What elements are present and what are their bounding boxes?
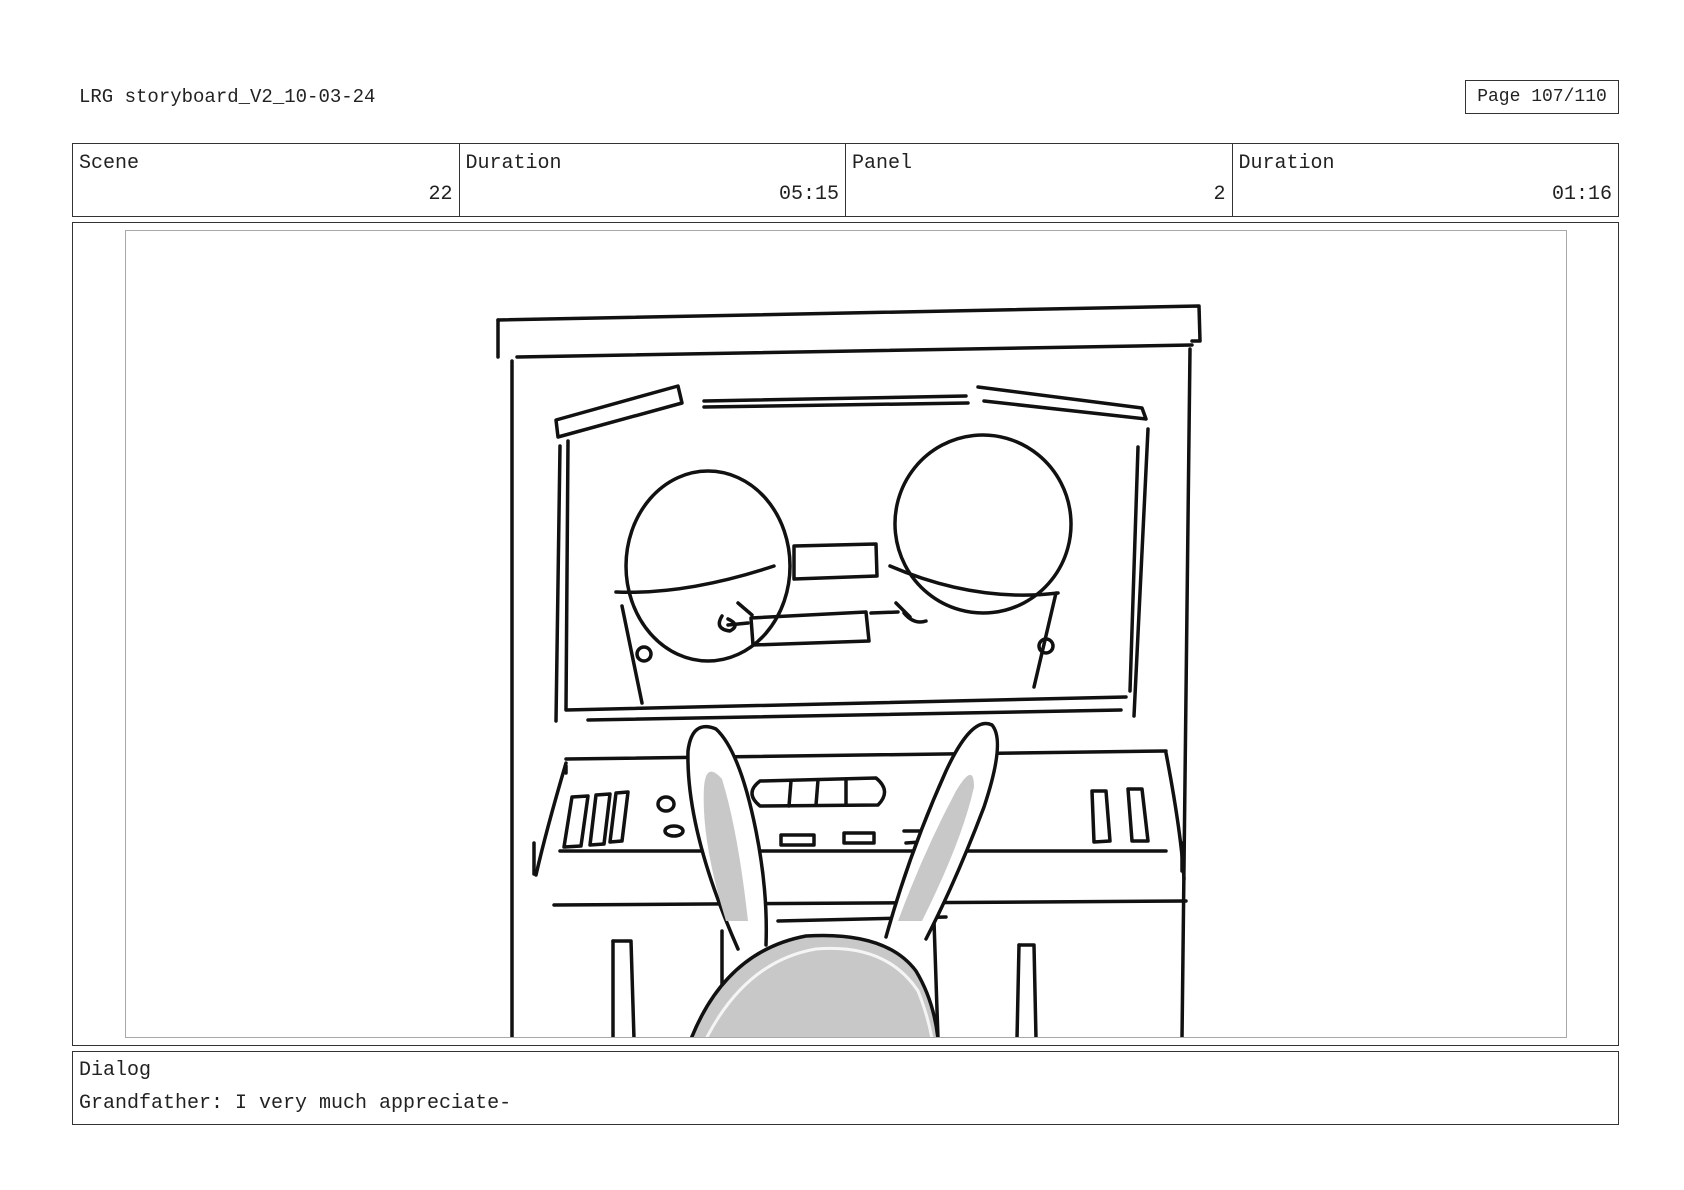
dialog-label: Dialog xyxy=(79,1059,152,1082)
storyboard-panel-frame xyxy=(72,222,1619,1046)
dialog-box: Dialog Grandfather: I very much apprecia… xyxy=(72,1051,1619,1125)
panel-duration-label: Duration xyxy=(1238,152,1335,175)
scene-duration-value: 05:15 xyxy=(778,183,839,206)
panel-duration-cell: Duration 01:16 xyxy=(1233,144,1619,216)
control-deck xyxy=(564,749,1168,761)
scene-duration-label: Duration xyxy=(465,152,562,175)
panel-duration-value: 01:16 xyxy=(1551,183,1612,206)
page-number: Page 107/110 xyxy=(1465,80,1619,114)
scene-value: 22 xyxy=(428,183,453,206)
cabinet-right-side xyxy=(1180,347,1192,1037)
storyboard-drawing-area xyxy=(125,230,1567,1038)
panel-cell: Panel 2 xyxy=(846,144,1233,216)
scene-info-row: Scene 22 Duration 05:15 Panel 2 Duration… xyxy=(72,143,1619,217)
document-title: LRG storyboard_V2_10-03-24 xyxy=(79,86,376,108)
panel-value: 2 xyxy=(1213,183,1226,206)
dialog-text: Grandfather: I very much appreciate- xyxy=(79,1092,512,1115)
bunny-head xyxy=(689,933,940,1037)
scene-cell: Scene 22 xyxy=(73,144,460,216)
scene-duration-cell: Duration 05:15 xyxy=(460,144,846,216)
tape-screen xyxy=(554,444,562,723)
panel-label: Panel xyxy=(852,152,913,175)
left-tape-reel xyxy=(624,469,792,663)
storyboard-sketch xyxy=(496,304,1202,1037)
cabinet-top xyxy=(496,304,1202,343)
scene-label: Scene xyxy=(79,152,140,175)
